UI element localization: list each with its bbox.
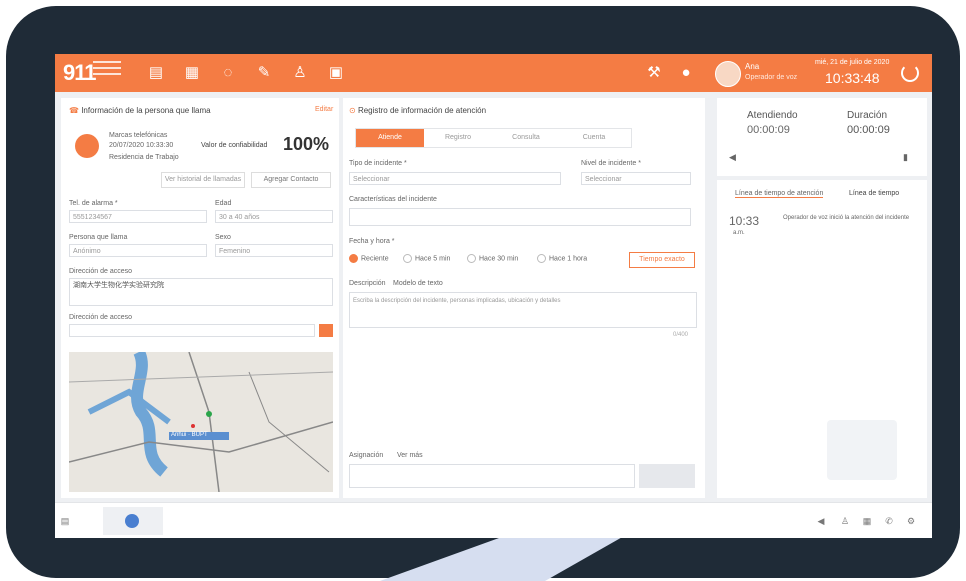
label-age: Edad [215, 200, 232, 207]
label-alarm-tel: Tel. de alarma * [69, 200, 118, 207]
description-textarea[interactable]: Escriba la descripción del incidente, pe… [349, 292, 697, 328]
call-chip-icon [125, 514, 139, 528]
time-option-recent[interactable]: Reciente [349, 254, 389, 263]
timeline-panel: Línea de tiempo de atención Línea de tie… [717, 180, 927, 498]
assign-button[interactable] [639, 464, 695, 488]
user-role: Operador de voz [745, 74, 798, 81]
map-graphic [69, 352, 333, 492]
age-select[interactable]: 30 a 40 años [215, 210, 333, 223]
duration-timer: 00:00:09 [847, 124, 890, 136]
attention-panel: ⊙ Registro de información de atención At… [343, 98, 705, 498]
speaker-icon[interactable]: ◀ [729, 152, 736, 163]
label-sex: Sexo [215, 234, 231, 241]
current-date: mié, 21 de julio de 2020 [815, 59, 890, 66]
attention-panel-title: ⊙ Registro de información de atención [349, 106, 487, 115]
time-option-1hour[interactable]: Hace 1 hora [537, 254, 587, 263]
volume-icon[interactable]: ◀ [815, 515, 827, 527]
timeline-entry-text: Operador de voz inició la atención del i… [783, 215, 910, 221]
incident-level-select[interactable]: Seleccionar [581, 172, 691, 185]
tools-icon[interactable]: ⚒ [645, 64, 663, 82]
caller-phone: Marcas telefónicas [109, 132, 168, 139]
label-address: Dirección de acceso [69, 268, 133, 275]
see-more-link[interactable]: Ver más [397, 452, 423, 459]
incident-type-select[interactable]: Seleccionar [349, 172, 561, 185]
document-icon[interactable]: ▤ [147, 64, 165, 82]
attending-label: Atendiendo [747, 110, 798, 121]
tab-consult[interactable]: Consulta [492, 129, 560, 147]
attention-tabs: Atiende Registro Consulta Cuenta [355, 128, 632, 148]
empty-state-illustration [827, 420, 897, 480]
avatar[interactable] [715, 61, 741, 87]
power-icon[interactable] [901, 64, 919, 82]
caller-info-panel: ☎ Información de la persona que llama Ed… [61, 98, 339, 498]
calendar-icon[interactable]: ▣ [327, 64, 345, 82]
label-incident-features: Características del incidente [349, 196, 437, 203]
label-description: Descripción [349, 280, 386, 287]
caller-avatar-icon [75, 134, 99, 158]
signal-icon: ▮ [903, 152, 908, 162]
reliability-label: Valor de confiabilidad [201, 142, 268, 149]
whatsapp-icon[interactable]: ◌ [219, 64, 237, 82]
incident-features-field[interactable] [349, 208, 691, 226]
logo-subtitle [93, 61, 121, 85]
tab-timeline[interactable]: Línea de tiempo [849, 190, 899, 197]
document-check-icon[interactable]: ▦ [183, 64, 201, 82]
timeline-entry-time: 10:33 [729, 214, 760, 228]
caller-panel-title: ☎ Información de la persona que llama [69, 106, 211, 115]
bottom-bar: ▤ ◀ ♙ ▦ ✆ ⚙ [55, 502, 932, 538]
user-name: Ana [745, 62, 760, 71]
description-counter: 0/400 [673, 332, 689, 338]
label-assignment: Asignación [349, 452, 384, 459]
user-location-icon[interactable]: ♙ [291, 64, 309, 82]
label-caller: Persona que llama [69, 234, 128, 241]
address-field[interactable]: 湖南大学生物化学实验研究院 [69, 278, 333, 306]
tab-attend[interactable]: Atiende [356, 129, 424, 147]
alarm-tel-field[interactable]: 5551234567 [69, 210, 207, 223]
app-logo: 911 [63, 60, 96, 85]
attending-timer: 00:00:09 [747, 124, 790, 136]
user-icon[interactable]: ♙ [839, 515, 851, 527]
edit-link[interactable]: Editar [315, 106, 333, 113]
active-call-tab[interactable] [103, 507, 163, 535]
tab-account[interactable]: Cuenta [560, 129, 628, 147]
phone-icon[interactable]: ✆ [883, 515, 895, 527]
top-bar: 911 ▤ ▦ ◌ ✎ ♙ ▣ ⚒ ● Ana Operador de voz … [55, 54, 932, 92]
timeline-entry-ampm: a.m. [733, 230, 745, 236]
sex-select[interactable]: Femenino [215, 244, 333, 257]
edit-icon[interactable]: ✎ [255, 64, 273, 82]
label-incident-type: Tipo de incidente * [349, 160, 407, 167]
assignment-field[interactable] [349, 464, 635, 488]
label-incident-address: Dirección de acceso [69, 314, 133, 321]
current-time: 10:33:48 [825, 70, 880, 86]
call-status-panel: Atendiendo 00:00:09 Duración 00:00:09 ◀ … [717, 98, 927, 176]
grid-icon[interactable]: ▦ [861, 515, 873, 527]
caller-field[interactable]: Anónimo [69, 244, 207, 257]
menu-icon[interactable]: ▤ [59, 515, 71, 527]
reliability-value: 100% [283, 134, 330, 154]
time-option-30min[interactable]: Hace 30 min [467, 254, 518, 263]
tab-register[interactable]: Registro [424, 129, 492, 147]
add-contact-button[interactable]: Agregar Contacto [251, 172, 331, 188]
incident-address-field[interactable] [69, 324, 315, 337]
map-label: Anhui · BUPT [171, 432, 208, 438]
time-option-5min[interactable]: Hace 5 min [403, 254, 450, 263]
caller-subtitle: Residencia de Trabajo [109, 154, 179, 161]
label-incident-level: Nivel de incidente * [581, 160, 641, 167]
duration-label: Duración [847, 110, 888, 121]
tab-attention-timeline[interactable]: Línea de tiempo de atención [735, 190, 824, 198]
exact-time-button[interactable]: Tiempo exacto [629, 252, 695, 268]
settings-icon[interactable]: ⚙ [905, 515, 917, 527]
call-history-button[interactable]: Ver historial de llamadas [161, 172, 245, 188]
map-view[interactable]: Anhui · BUPT [69, 352, 333, 492]
bell-icon[interactable]: ● [677, 64, 695, 82]
locate-button[interactable] [319, 324, 333, 337]
caller-datetime: 20/07/2020 10:33:30 [109, 142, 174, 149]
app-screen: 911 ▤ ▦ ◌ ✎ ♙ ▣ ⚒ ● Ana Operador de voz … [55, 54, 932, 538]
text-model-link[interactable]: Modelo de texto [393, 280, 443, 287]
label-datetime: Fecha y hora * [349, 238, 395, 245]
